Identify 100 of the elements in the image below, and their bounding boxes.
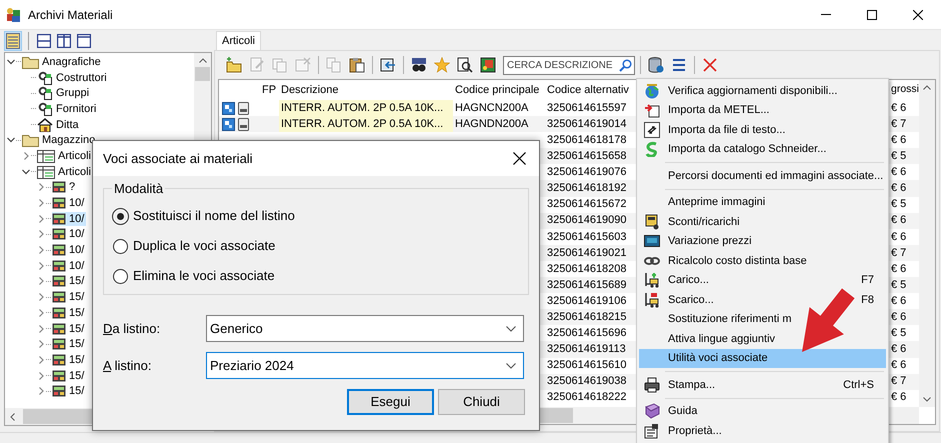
menu-item[interactable]: Guida [639, 402, 886, 421]
star-icon [434, 57, 450, 73]
radio-label[interactable]: Duplica le voci associate [133, 236, 276, 256]
tree-item[interactable]: ? [52, 180, 78, 194]
menu-item[interactable]: Ricalcolo costo distinta base [639, 251, 886, 270]
table-cell-text: 3250614615610 [546, 358, 627, 374]
tree-item[interactable]: 10/ [52, 258, 86, 273]
search-field[interactable]: CERCA DESCRIZIONE [503, 56, 635, 74]
shapes-icon [37, 70, 53, 85]
tree-item[interactable]: Gruppi [37, 86, 92, 100]
dialog-button[interactable]: Esegui [347, 389, 434, 415]
view-button[interactable] [35, 31, 53, 51]
dialog-button[interactable]: Chiudi [438, 389, 525, 415]
forklift-icon [644, 272, 660, 288]
record-icon [52, 228, 66, 240]
menu-item[interactable]: Proprietà... [639, 421, 886, 440]
column-header[interactable]: FP [262, 82, 276, 98]
document-delete-icon [295, 57, 311, 73]
menu-item[interactable]: Carico... F7 [639, 270, 886, 290]
tree-item[interactable]: 10/ [52, 243, 86, 258]
menu-item[interactable]: Attiva lingue aggiuntiv [639, 329, 886, 348]
view-button[interactable] [55, 31, 73, 51]
scroll-left-icon[interactable] [10, 412, 15, 420]
documents-icon [272, 57, 288, 73]
record-icon [52, 275, 66, 288]
table-cell-text: 3250614619021 [546, 246, 627, 261]
radio-button[interactable] [113, 268, 128, 284]
tree-item[interactable]: 10/ [52, 227, 86, 242]
toolbar-button[interactable] [347, 55, 367, 75]
menu-item[interactable]: Sostituzione riferimenti m [639, 310, 886, 329]
menu-item-label: Variazione prezzi [667, 234, 752, 249]
tree-item[interactable]: Anagrafiche [22, 54, 103, 69]
radio-label[interactable]: Elimina le voci associate [133, 266, 275, 286]
record-icon [52, 244, 66, 256]
table-cell-text: € 6 [890, 100, 906, 116]
scroll-thumb[interactable] [195, 67, 210, 81]
tree-item[interactable]: 15/ [52, 290, 86, 304]
radio-button[interactable] [113, 238, 128, 254]
dropdown[interactable]: Generico [206, 315, 524, 342]
menu-item[interactable]: Stampa... Ctrl+S [639, 375, 886, 394]
pointer-arrow [802, 288, 855, 352]
scroll-thumb[interactable] [539, 408, 573, 423]
menu-item[interactable]: Anteprime immagini [639, 192, 886, 212]
new-folder-icon [226, 57, 242, 73]
table-icon [37, 148, 55, 163]
scroll-down-icon[interactable] [923, 397, 931, 402]
tree-item[interactable]: 15/ [52, 306, 86, 320]
tree-item[interactable]: Articoli [37, 148, 94, 163]
menu-item[interactable]: Importa da METEL... [639, 100, 886, 120]
tree-item[interactable]: 15/ [52, 384, 86, 398]
tree-item[interactable]: Articoli [37, 164, 94, 179]
house-icon [37, 118, 53, 132]
tree-item[interactable]: 15/ [52, 322, 86, 336]
menu-item[interactable]: Percorsi documenti ed immagini associate... [639, 166, 886, 186]
menu-item[interactable]: Importa da file di testo... [639, 120, 886, 140]
chevron-down-icon [506, 326, 516, 332]
tab[interactable]: Articoli [216, 31, 262, 50]
tree-item[interactable]: 15/ [52, 368, 86, 383]
table-cell-text: 3250614619076 [546, 165, 627, 180]
tree-item[interactable]: Fornitori [37, 102, 98, 116]
radio-label[interactable]: Sostituisci il nome del listino [133, 206, 295, 226]
record-icon [52, 291, 66, 304]
column-header[interactable]: Codice principale [455, 82, 540, 98]
menu-item[interactable]: Scarico... F8 [639, 290, 886, 310]
record-icon [52, 385, 66, 398]
view-button[interactable] [75, 31, 93, 51]
menu-item[interactable]: Sconti/ricarichi [639, 212, 886, 232]
tree-item[interactable]: 10/ [52, 212, 86, 226]
scroll-up-icon[interactable] [198, 58, 206, 63]
tree-item[interactable]: Ditta [37, 118, 81, 132]
toolbar-button[interactable] [455, 55, 475, 75]
vertical-scrollbar[interactable] [919, 80, 935, 407]
field-label: Da listino: [103, 320, 162, 338]
tree-item[interactable]: 15/ [52, 352, 86, 367]
tree-item[interactable]: 15/ [52, 337, 86, 352]
import-document-icon [644, 102, 660, 118]
column-header[interactable]: Descrizione [281, 82, 338, 98]
tree-item[interactable]: 15/ [52, 274, 86, 288]
tree-item[interactable]: Magazzino [22, 133, 98, 148]
table-cell-text: € 6 [890, 165, 906, 180]
toolbar-button[interactable] [478, 55, 498, 75]
column-header[interactable]: grossi [891, 82, 920, 98]
toolbar-button[interactable] [646, 55, 666, 75]
shapes-icon [37, 102, 53, 116]
view-button[interactable] [4, 31, 22, 51]
table-cell-text: 3250614618208 [546, 262, 627, 277]
tree-item[interactable]: 10/ [52, 196, 86, 210]
scroll-up-icon[interactable] [923, 85, 931, 90]
menu-item[interactable]: Importa da catalogo Schneider... [639, 140, 886, 159]
menu-item-label: Proprietà... [667, 424, 722, 438]
dropdown[interactable]: Preziario 2024 [206, 352, 524, 379]
menu-item[interactable]: Variazione prezzi [639, 232, 886, 251]
menu-item[interactable]: Utilità voci associate [639, 348, 886, 368]
monitor-icon [644, 233, 660, 250]
menu-item[interactable]: Verifica aggiornamenti disponibili... [639, 81, 886, 100]
table-cell-text: € 6 [890, 342, 906, 358]
menu-item-label: Importa da METEL... [667, 103, 770, 118]
column-header[interactable]: Codice alternativ [547, 82, 629, 98]
tree-item[interactable]: Costruttori [37, 70, 109, 85]
record-icon [52, 322, 66, 335]
